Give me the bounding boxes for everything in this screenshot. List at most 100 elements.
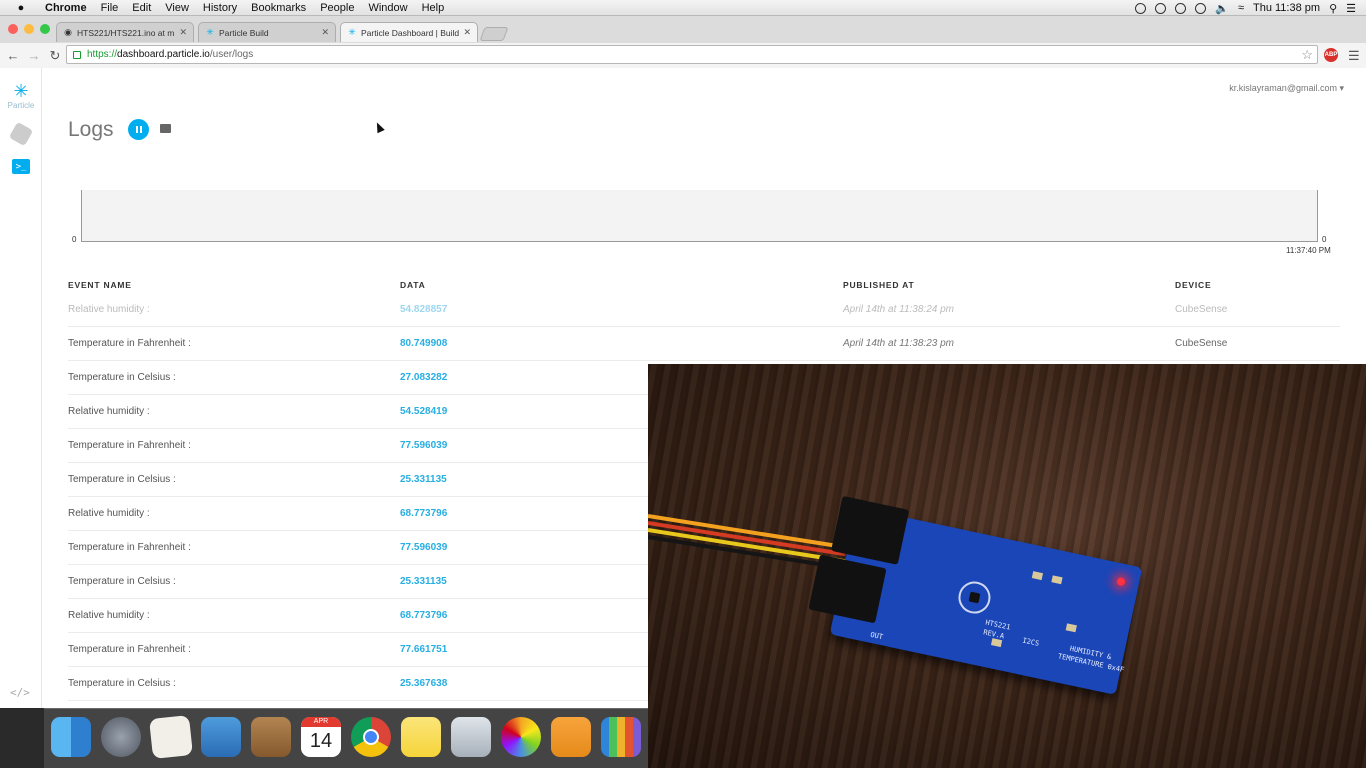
record-icon[interactable] — [1135, 2, 1147, 14]
device-cell[interactable]: CubeSense — [1175, 293, 1227, 327]
particle-logo[interactable]: ✳ Particle — [4, 82, 38, 110]
url-scheme: https:// — [87, 49, 118, 60]
contacts-icon[interactable] — [251, 717, 291, 757]
event-name-cell: Relative humidity : — [68, 610, 150, 621]
menu-edit[interactable]: Edit — [132, 2, 151, 14]
chart-right-axis — [1317, 190, 1318, 242]
adblock-icon[interactable]: ABP — [1324, 48, 1338, 62]
event-data-cell: 25.367638 — [400, 678, 448, 689]
tab-close-icon[interactable]: ✕ — [321, 27, 329, 38]
calendar-icon[interactable]: APR 14 — [301, 717, 341, 757]
mouse-cursor — [373, 120, 385, 134]
system-preferences-icon[interactable] — [451, 717, 491, 757]
bookmark-star-icon[interactable]: ☆ — [1301, 47, 1313, 63]
particle-icon: ✳ — [206, 27, 214, 37]
event-data-cell: 68.773796 — [400, 508, 448, 519]
header-data: DATA — [400, 280, 426, 290]
notes-icon[interactable] — [401, 717, 441, 757]
board-label-out: OUT — [869, 630, 884, 642]
tab-close-icon[interactable]: ✕ — [179, 27, 187, 38]
event-name-cell: Temperature in Celsius : — [68, 474, 176, 485]
chart-time-label: 11:37:40 PM — [1286, 246, 1331, 255]
close-window-button[interactable] — [8, 24, 18, 34]
minimize-window-button[interactable] — [24, 24, 34, 34]
pages-icon[interactable] — [551, 717, 591, 757]
event-name-cell: Temperature in Fahrenheit : — [68, 440, 191, 451]
component — [1051, 575, 1063, 585]
back-arrow-icon[interactable]: ← — [5, 48, 21, 63]
event-data-cell: 54.528419 — [400, 406, 448, 417]
maximize-window-button[interactable] — [40, 24, 50, 34]
chart-y-right-label: 0 — [1322, 235, 1327, 244]
menu-bookmarks[interactable]: Bookmarks — [251, 2, 306, 14]
tab-particle-dashboard[interactable]: ✳ Particle Dashboard | Build ✕ — [340, 22, 478, 42]
event-data-cell: 25.331135 — [400, 474, 447, 485]
event-name-cell: Relative humidity : — [68, 508, 150, 519]
reload-icon[interactable]: ↻ — [47, 48, 63, 64]
menu-file[interactable]: File — [101, 2, 119, 14]
terminal-icon[interactable] — [160, 124, 171, 133]
chrome-menu-icon[interactable]: ☰ — [1348, 48, 1360, 64]
check-icon[interactable] — [1155, 2, 1167, 14]
published-at-cell: April 14th at 11:38:24 pm — [843, 304, 954, 315]
code-icon[interactable]: </> — [10, 686, 30, 699]
menu-help[interactable]: Help — [422, 2, 445, 14]
address-bar[interactable]: https://dashboard.particle.io/user/logs … — [66, 45, 1318, 64]
logs-terminal-icon[interactable]: >_ — [12, 159, 30, 174]
event-data-cell: 77.661751 — [400, 644, 448, 655]
browser-chrome: ◉ HTS221/HTS221.ino at m ✕ ✳ Particle Bu… — [0, 16, 1366, 68]
wifi-icon[interactable]: ≈ — [1238, 2, 1244, 14]
page-title: Logs — [68, 118, 114, 141]
menu-window[interactable]: Window — [368, 2, 407, 14]
menu-view[interactable]: View — [165, 2, 189, 14]
menu-history[interactable]: History — [203, 2, 237, 14]
event-data-cell: 77.596039 — [400, 440, 448, 451]
url-host: dashboard.particle.io — [117, 49, 210, 60]
spotlight-search-icon[interactable]: ⚲ — [1329, 2, 1337, 15]
preview-icon[interactable] — [201, 717, 241, 757]
numbers-icon[interactable] — [601, 717, 641, 757]
macos-menubar: ● Chrome File Edit View History Bookmark… — [0, 0, 1366, 16]
chart-y-left-label: 0 — [72, 235, 77, 244]
notification-center-icon[interactable]: ☰ — [1346, 2, 1356, 15]
devices-cube-icon[interactable] — [8, 121, 34, 147]
new-tab-button[interactable] — [479, 27, 509, 41]
forward-arrow-icon[interactable]: → — [26, 48, 42, 63]
device-cell[interactable]: CubeSense — [1175, 327, 1227, 361]
calendar-day: 14 — [309, 730, 333, 752]
apple-menu-icon[interactable]: ● — [14, 2, 28, 14]
menu-app-name[interactable]: Chrome — [45, 2, 87, 14]
log-table-row[interactable]: Relative humidity : 54.828857 April 14th a… — [68, 293, 1340, 327]
textedit-icon[interactable] — [149, 715, 193, 759]
menu-people[interactable]: People — [320, 2, 354, 14]
tab-particle-build[interactable]: ✳ Particle Build ✕ — [198, 22, 336, 42]
tab-github-hts221[interactable]: ◉ HTS221/HTS221.ino at m ✕ — [56, 22, 194, 42]
menubar-clock[interactable]: Thu 11:38 pm — [1253, 2, 1320, 14]
volume-icon[interactable]: 🔈 — [1215, 2, 1229, 15]
event-data-cell: 68.773796 — [400, 610, 448, 621]
webcam-video-overlay: HTS221 REV.A I2CS HUMIDITY & TEMPERATURE… — [648, 364, 1366, 768]
network-icon[interactable] — [1195, 2, 1207, 14]
menubar-status-area: 🔈 ≈ Thu 11:38 pm ⚲ ☰ — [1135, 0, 1356, 16]
board-label-i2c: I2CS — [1021, 636, 1040, 648]
event-name-cell: Temperature in Fahrenheit : — [68, 542, 191, 553]
photos-icon[interactable] — [501, 717, 541, 757]
user-account-menu[interactable]: kr.kislayraman@gmail.com ▾ — [1229, 83, 1344, 94]
event-name-cell: Relative humidity : — [68, 304, 150, 315]
browser-toolbar: ← → ↻ https://dashboard.particle.io/user… — [0, 43, 1366, 68]
sync-icon[interactable] — [1175, 2, 1187, 14]
event-data-cell: 54.828857 — [400, 304, 448, 315]
pause-icon — [135, 126, 138, 133]
pause-button[interactable] — [128, 119, 149, 140]
tab-close-icon[interactable]: ✕ — [463, 27, 471, 38]
user-email: kr.kislayraman@gmail.com — [1229, 83, 1337, 93]
chrome-icon[interactable] — [351, 717, 391, 757]
finder-icon[interactable] — [51, 717, 91, 757]
launchpad-icon[interactable] — [101, 717, 141, 757]
lock-icon — [73, 50, 81, 59]
component — [1031, 571, 1044, 581]
published-at-cell: April 14th at 11:38:23 pm — [843, 338, 954, 349]
event-chart — [81, 190, 1318, 242]
log-table-row[interactable]: Temperature in Fahrenheit : 80.749908 Apri… — [68, 327, 1340, 361]
event-data-cell: 77.596039 — [400, 542, 448, 553]
